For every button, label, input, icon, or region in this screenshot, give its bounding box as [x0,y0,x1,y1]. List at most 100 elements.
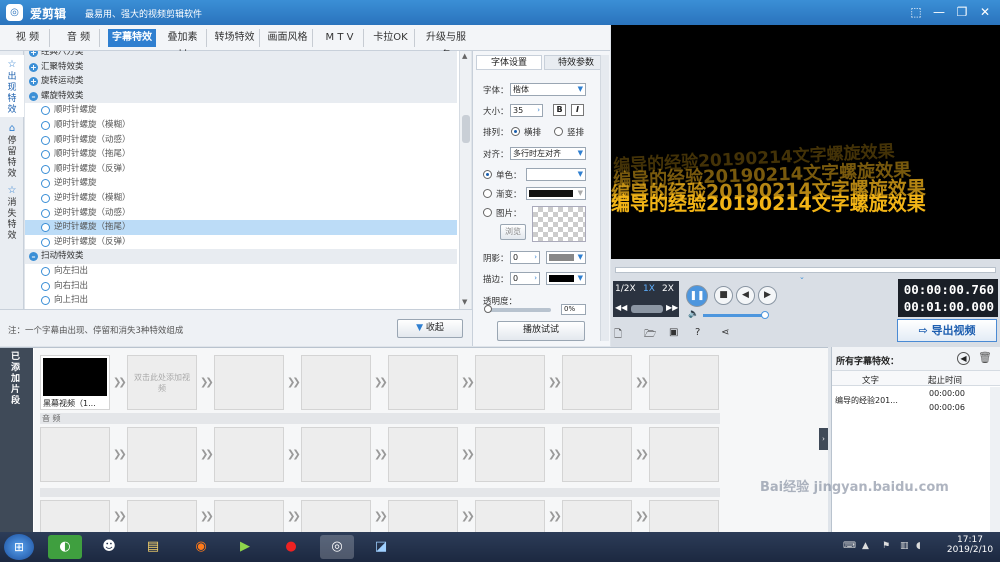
new-project-icon[interactable]: 🗋 [614,327,622,344]
opacity-value[interactable]: 0% [561,304,586,315]
open-folder-icon[interactable]: 🗁 [644,327,656,344]
audio-clip-slot[interactable] [127,427,197,482]
share-icon[interactable]: ⋖ [721,327,729,338]
taskbar-editor-icon[interactable]: ◎ [320,535,354,559]
opacity-slider-handle[interactable] [484,305,492,313]
tab-appear-effect[interactable]: ☆ 出现特效 [0,55,24,117]
align-select[interactable]: 多行时左对齐 ▼ [510,147,586,160]
video-clip-slot[interactable] [214,355,284,410]
shadow-color-picker[interactable]: ▼ [546,251,586,264]
italic-button[interactable]: I [571,104,584,116]
help-icon[interactable]: ? [695,327,700,338]
tab-karaoke[interactable]: 卡拉OK [367,29,415,47]
volume-icon[interactable]: 🔈 [688,309,699,319]
fast-forward-icon[interactable]: ▶▶ [666,303,678,312]
audio-clip-slot[interactable] [475,427,545,482]
effect-item[interactable]: 顺时针螺旋（动感） [25,133,457,148]
effect-category[interactable]: – 螺旋特效类 [25,88,457,104]
tab-subtitle-effects[interactable]: 字幕特效 [108,29,156,47]
extra-clip-slot[interactable] [127,500,197,532]
volume-handle[interactable] [761,311,769,319]
delete-icon[interactable]: 🗑 [978,351,992,364]
effect-item[interactable]: 逆时针螺旋 [25,176,457,191]
taskbar-firefox-icon[interactable]: ◉ [184,535,218,559]
effect-category[interactable]: + 汇聚特效类 [25,59,457,75]
horizontal-radio[interactable] [511,127,520,136]
browse-button[interactable]: 浏览 [500,224,526,240]
rewind-icon[interactable]: ◀◀ [615,303,627,312]
added-clips-tab[interactable]: 已添加片段 [0,348,33,532]
chevron-down-icon[interactable]: ⌄ [799,273,805,281]
tab-stay-effect[interactable]: ⌂ 停留特效 [0,119,24,181]
effect-item[interactable]: 向右扫出 [25,279,457,294]
network-icon[interactable]: ▥ [900,541,909,551]
minimize-icon[interactable]: — [930,4,948,20]
tab-style[interactable]: 画面风格 [263,29,313,47]
expand-panel-icon[interactable]: › [819,428,828,450]
taskbar-folder-icon[interactable]: ▤ [136,535,170,559]
effect-item[interactable]: 顺时针螺旋（反弹） [25,162,457,177]
effect-category[interactable]: + 旋转运动类 [25,74,457,89]
play-test-button[interactable]: 播放试试 [497,321,585,341]
start-button[interactable]: ⊞ [4,534,34,560]
next-icon[interactable]: ▶ [758,286,777,305]
extra-clip-slot[interactable] [40,500,110,532]
audio-clip-slot[interactable] [649,427,719,482]
effect-item[interactable]: 逆时针螺旋（拖尾） [25,220,457,235]
video-clip-slot[interactable] [562,355,632,410]
video-clip-slot[interactable]: 双击此处添加视频 [127,355,197,410]
taskbar-record-icon[interactable]: ● [274,535,308,559]
seek-bar[interactable] [615,267,996,273]
extra-clip-slot[interactable] [649,500,719,532]
effect-item[interactable]: 逆时针螺旋（模糊） [25,191,457,206]
close-icon[interactable]: ✕ [976,4,994,20]
extra-clip-slot[interactable] [562,500,632,532]
video-preview[interactable]: 编导的经验20190214文字螺旋效果 编导的经验20190214文字螺旋效果 … [611,25,1000,259]
audio-clip-slot[interactable] [388,427,458,482]
tab-font-settings[interactable]: 字体设置 [476,55,542,70]
shadow-input[interactable]: 0 › [510,251,540,264]
video-clip-slot[interactable] [388,355,458,410]
clock[interactable]: 17:17 2019/2/10 [945,535,995,555]
solid-color-radio[interactable] [483,170,492,179]
taskbar-player-icon[interactable]: ▶ [228,535,262,559]
effect-item[interactable]: 向上扫出 [25,293,457,308]
extra-clip-slot[interactable] [475,500,545,532]
gradient-radio[interactable] [483,189,492,198]
volume-slider[interactable] [703,314,765,317]
back-icon[interactable]: ◀ [957,352,970,365]
audio-clip-slot[interactable] [40,427,110,482]
speed-2x[interactable]: 2X [662,284,674,294]
scroll-down-icon[interactable]: ▼ [462,298,467,306]
previous-icon[interactable]: ◀ [736,286,755,305]
stop-icon[interactable]: ■ [714,286,733,305]
tab-upgrade[interactable]: 升级与服务 [418,29,474,61]
effect-item[interactable]: 顺时针螺旋 [25,103,457,118]
audio-clip-slot[interactable] [301,427,371,482]
jog-slider[interactable] [631,305,663,313]
tab-disappear-effect[interactable]: ☆ 消失特效 [0,181,24,243]
save-icon[interactable]: ▣ [669,327,678,338]
tab-transition[interactable]: 转场特效 [210,29,260,47]
extra-clip-slot[interactable] [214,500,284,532]
taskbar-app-icon[interactable]: ◪ [364,535,398,559]
tab-audio[interactable]: 音 频 [58,29,100,47]
caption-row-text[interactable]: 编导的经验201... [835,395,898,406]
taskbar-browser-icon[interactable]: ◐ [48,535,82,559]
stroke-color-picker[interactable]: ▼ [546,272,586,285]
effect-item[interactable]: 向左扫出 [25,264,457,279]
vertical-radio[interactable] [554,127,563,136]
restore-icon[interactable]: ❐ [953,4,971,20]
scroll-up-icon[interactable]: ▲ [462,52,467,60]
opacity-slider[interactable] [485,308,551,312]
video-clip-slot[interactable]: 黑幕视频（1... [40,355,110,410]
video-clip-slot[interactable] [475,355,545,410]
skin-icon[interactable]: ⬚ [907,4,925,20]
effect-item[interactable]: 顺时针螺旋（拖尾） [25,147,457,162]
speed-half[interactable]: 1/2X [615,284,636,294]
flag-icon[interactable]: ⚑ [882,541,890,551]
solid-color-picker[interactable]: ▼ [526,168,586,181]
pause-icon[interactable]: ❚❚ [686,285,708,307]
tab-effect-params[interactable]: 特效参数 [544,55,608,70]
tab-overlay[interactable]: 叠加素材 [159,29,207,61]
